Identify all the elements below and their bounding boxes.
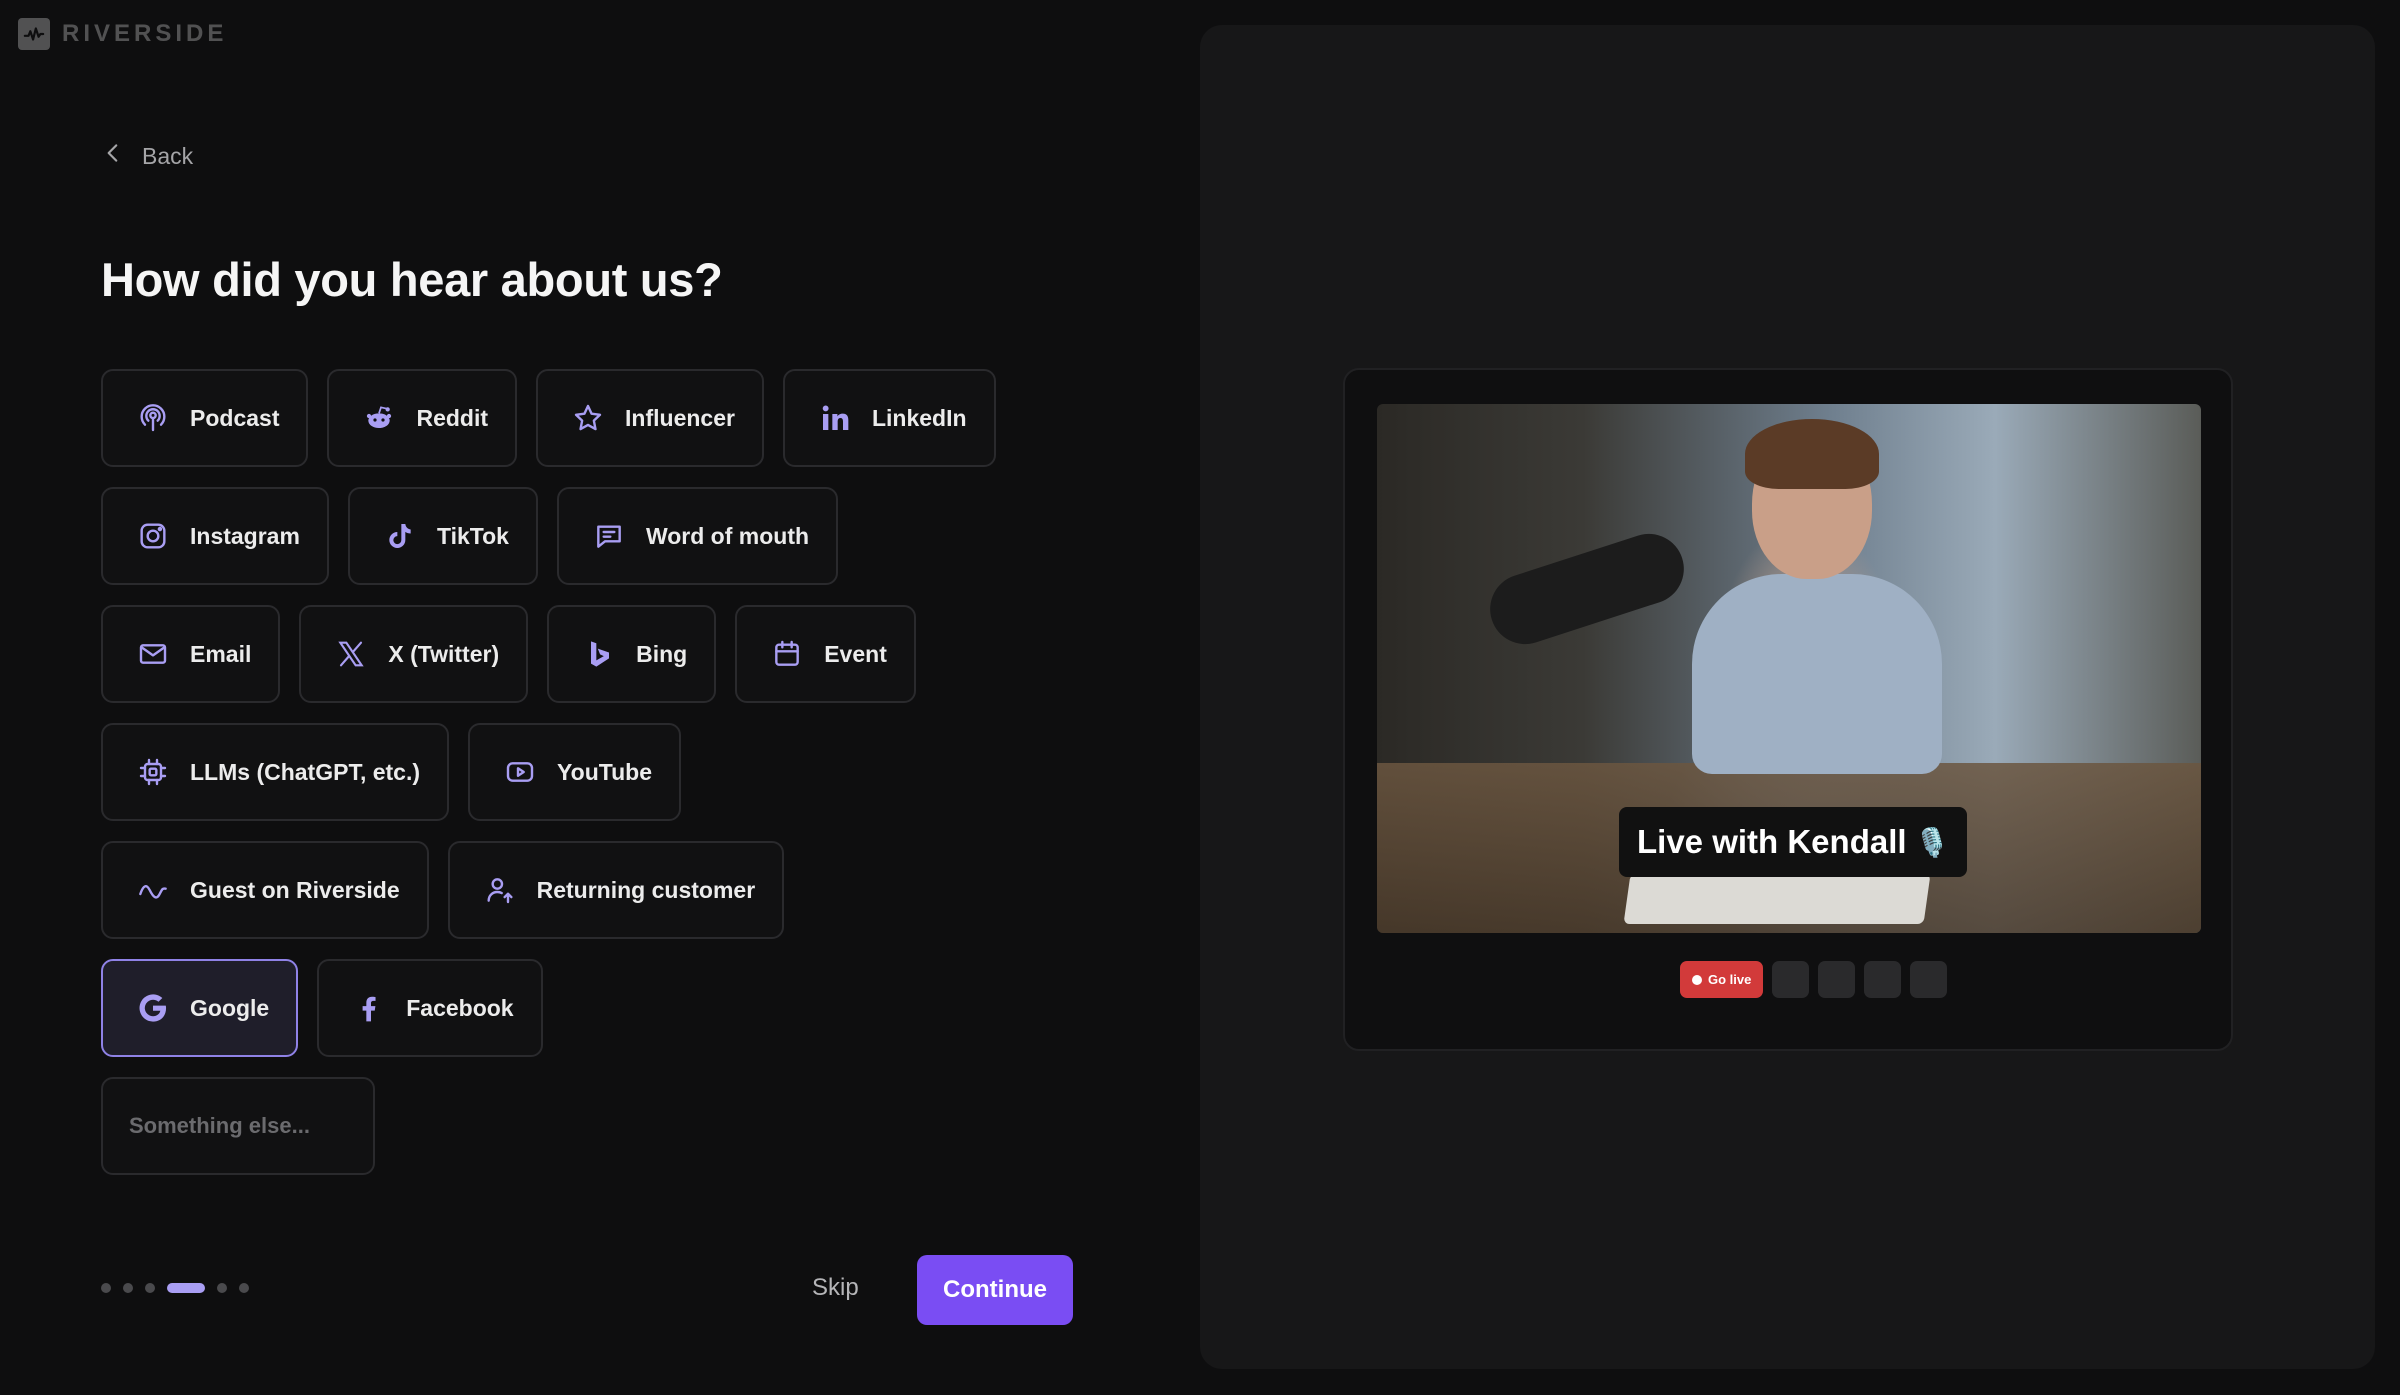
- record-dot-icon: [1692, 974, 1702, 985]
- riverside-logo: RIVERSIDE: [18, 18, 227, 50]
- option-label: LinkedIn: [871, 404, 967, 431]
- back-button[interactable]: Back: [100, 140, 193, 172]
- progress-dot: [145, 1283, 155, 1293]
- instagram-icon: [136, 519, 170, 553]
- options-row: Podcast Reddit Influencer LinkedIn: [101, 369, 1101, 467]
- go-live-label: Go live: [1708, 972, 1752, 987]
- linkedin-icon: [818, 401, 852, 435]
- control-button: [1864, 961, 1902, 998]
- waveform-icon: [18, 18, 50, 50]
- option-x-twitter[interactable]: X (Twitter): [299, 605, 529, 703]
- options-row: Google Facebook: [101, 959, 1101, 1057]
- wave-icon: [136, 873, 170, 907]
- option-label: Influencer: [625, 404, 735, 431]
- option-label: Returning customer: [536, 876, 756, 903]
- message-icon: [592, 519, 626, 553]
- control-button: [1818, 961, 1856, 998]
- go-live-button: Go live: [1680, 961, 1764, 998]
- option-linkedin[interactable]: LinkedIn: [782, 369, 996, 467]
- option-label: Bing: [636, 640, 688, 667]
- video-microphone: [1481, 524, 1693, 654]
- chevron-left-icon: [100, 140, 126, 172]
- option-influencer[interactable]: Influencer: [536, 369, 764, 467]
- tiktok-icon: [383, 519, 417, 553]
- options-row: LLMs (ChatGPT, etc.) YouTube: [101, 723, 1101, 821]
- option-label: Word of mouth: [645, 522, 810, 549]
- option-label: X (Twitter): [388, 640, 500, 667]
- video-person-body: [1692, 574, 1942, 774]
- option-label: Facebook: [406, 994, 514, 1021]
- brand-name: RIVERSIDE: [62, 20, 228, 47]
- video-preview-image: Live with Kendall 🎙️: [1377, 404, 2201, 933]
- source-options: Podcast Reddit Influencer LinkedIn Insta…: [101, 369, 1101, 1195]
- option-label: Event: [824, 640, 887, 667]
- facebook-icon: [352, 991, 386, 1025]
- option-instagram[interactable]: Instagram: [101, 487, 329, 585]
- progress-dot: [123, 1283, 133, 1293]
- back-label: Back: [142, 142, 194, 169]
- option-label: Email: [190, 640, 252, 667]
- option-word-of-mouth[interactable]: Word of mouth: [556, 487, 839, 585]
- mail-icon: [136, 637, 170, 671]
- studio-controls: Go live: [1680, 961, 1948, 998]
- control-button: [1772, 961, 1810, 998]
- skip-button[interactable]: Skip: [812, 1274, 859, 1302]
- youtube-icon: [503, 755, 537, 789]
- control-button: [1910, 961, 1948, 998]
- option-label: TikTok: [436, 522, 509, 549]
- option-tiktok[interactable]: TikTok: [347, 487, 538, 585]
- option-returning-customer[interactable]: Returning customer: [447, 841, 785, 939]
- option-youtube[interactable]: YouTube: [468, 723, 681, 821]
- option-llms[interactable]: LLMs (ChatGPT, etc.): [101, 723, 450, 821]
- option-label: LLMs (ChatGPT, etc.): [190, 758, 421, 785]
- option-label: Guest on Riverside: [190, 876, 400, 903]
- onboarding-page: RIVERSIDE Back How did you hear about us…: [0, 0, 2400, 1395]
- option-google[interactable]: Google: [101, 959, 299, 1057]
- studio-preview: Live with Kendall 🎙️ Go live: [1343, 368, 2233, 1051]
- option-email[interactable]: Email: [101, 605, 281, 703]
- bing-icon: [582, 637, 616, 671]
- chip-icon: [136, 755, 170, 789]
- progress-dot: [101, 1283, 111, 1293]
- calendar-icon: [770, 637, 804, 671]
- page-title: How did you hear about us?: [101, 253, 723, 306]
- progress-dot: [217, 1283, 227, 1293]
- live-caption: Live with Kendall 🎙️: [1619, 807, 1968, 877]
- options-row: [101, 1077, 1101, 1175]
- option-label: Podcast: [190, 404, 280, 431]
- options-row: Guest on Riverside Returning customer: [101, 841, 1101, 939]
- option-podcast[interactable]: Podcast: [101, 369, 309, 467]
- x-icon: [334, 637, 368, 671]
- preview-panel: Live with Kendall 🎙️ Go live: [1200, 25, 2375, 1369]
- podcast-icon: [136, 401, 170, 435]
- progress-dot: [239, 1283, 249, 1293]
- option-label: Instagram: [190, 522, 300, 549]
- video-keyboard: [1623, 874, 1931, 924]
- continue-button[interactable]: Continue: [917, 1255, 1073, 1325]
- option-event[interactable]: Event: [735, 605, 916, 703]
- google-icon: [136, 991, 170, 1025]
- progress-dots: [101, 1283, 249, 1293]
- user-return-icon: [483, 873, 517, 907]
- star-icon: [571, 401, 605, 435]
- video-person-hair: [1745, 419, 1879, 489]
- reddit-icon: [362, 401, 396, 435]
- option-label: Google: [190, 994, 270, 1021]
- option-label: YouTube: [557, 758, 652, 785]
- options-row: Email X (Twitter) Bing Event: [101, 605, 1101, 703]
- microphone-icon: 🎙️: [1914, 826, 1950, 858]
- options-row: Instagram TikTok Word of mouth: [101, 487, 1101, 585]
- option-reddit[interactable]: Reddit: [327, 369, 518, 467]
- option-label: Reddit: [416, 404, 489, 431]
- option-guest-on-riverside[interactable]: Guest on Riverside: [101, 841, 429, 939]
- caption-text: Live with Kendall: [1637, 823, 1907, 860]
- option-bing[interactable]: Bing: [547, 605, 717, 703]
- something-else-input[interactable]: [101, 1077, 375, 1175]
- option-facebook[interactable]: Facebook: [317, 959, 543, 1057]
- progress-dot-active: [167, 1283, 205, 1293]
